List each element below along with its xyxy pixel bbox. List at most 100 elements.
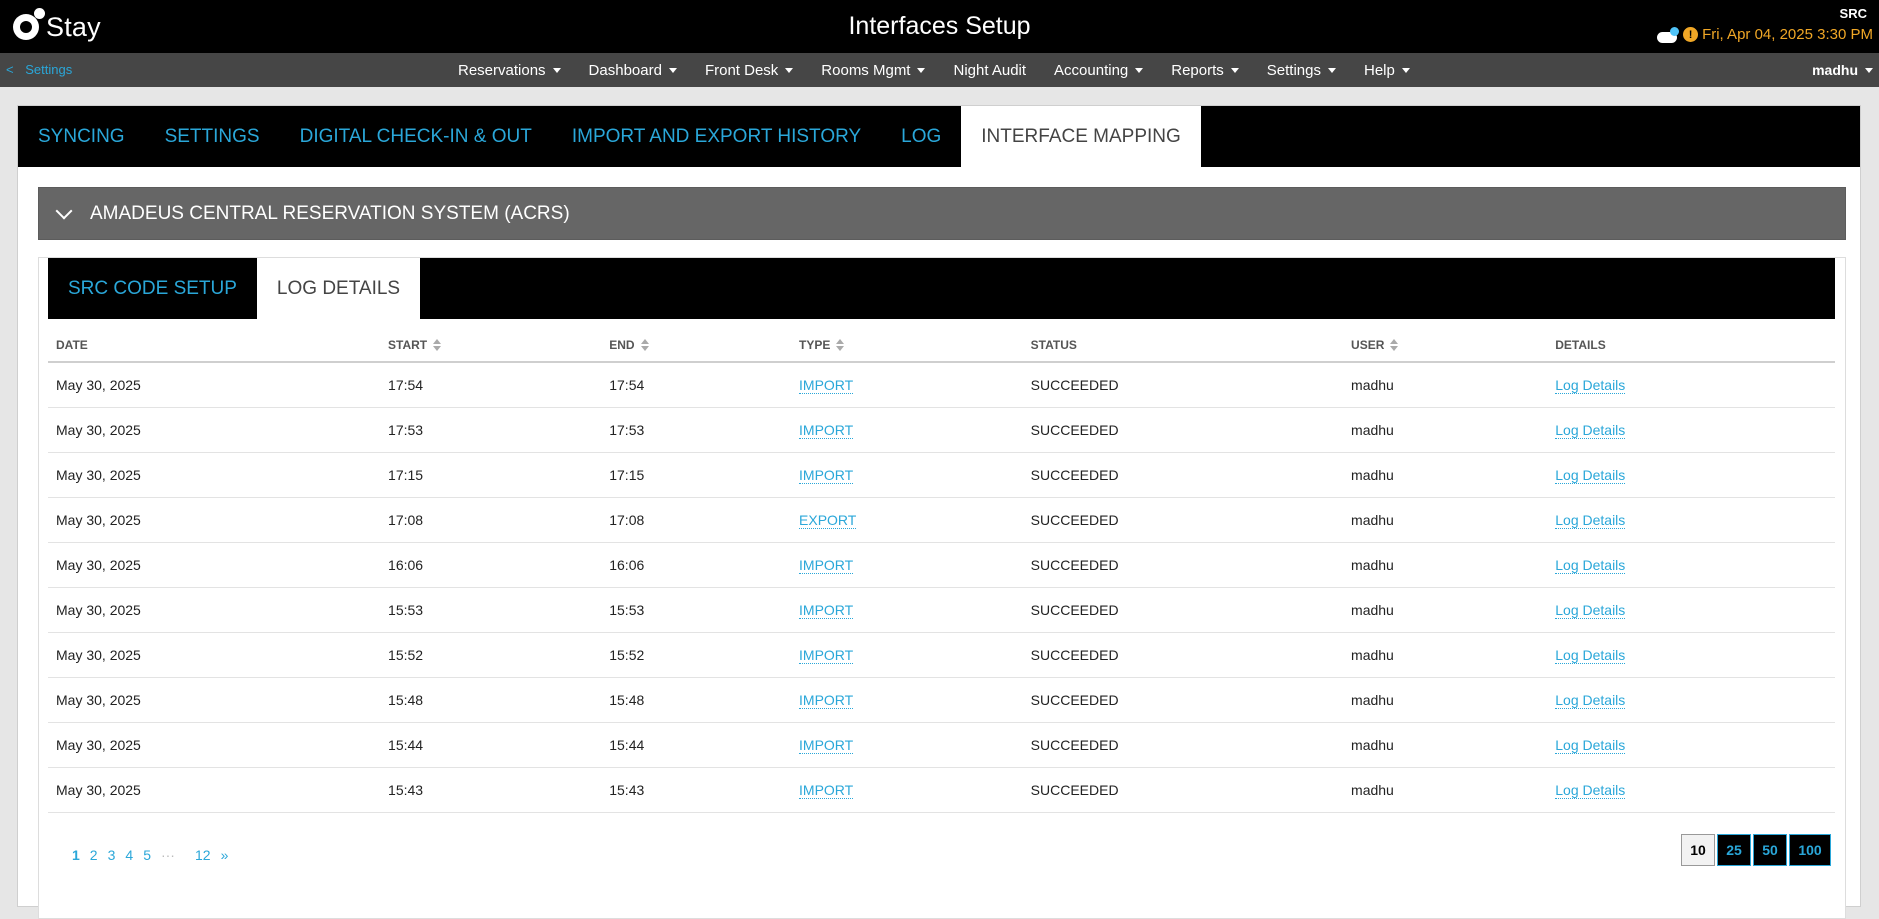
log-details-link[interactable]: Log Details: [1555, 692, 1626, 709]
tab-syncing[interactable]: SYNCING: [18, 106, 145, 167]
cell-status: SUCCEEDED: [1022, 722, 1344, 768]
back-to-settings-link[interactable]: < Settings: [6, 62, 72, 77]
nav-item-label: Accounting: [1054, 61, 1129, 79]
type-link[interactable]: IMPORT: [799, 737, 854, 754]
cell-details: Log Details: [1547, 677, 1835, 723]
cell-type: IMPORT: [791, 677, 1023, 723]
nav-item-dashboard[interactable]: Dashboard: [589, 62, 677, 79]
column-header-type[interactable]: TYPE: [791, 328, 1023, 363]
tab-log[interactable]: LOG: [881, 106, 961, 167]
type-link[interactable]: IMPORT: [799, 692, 854, 709]
log-details-link[interactable]: Log Details: [1555, 602, 1626, 619]
cell-type: IMPORT: [791, 407, 1023, 453]
caret-down-icon: [1230, 67, 1239, 73]
log-details-link[interactable]: Log Details: [1555, 737, 1626, 754]
tab-settings[interactable]: SETTINGS: [145, 106, 280, 167]
table-row: May 30, 2025 15:48 15:48 IMPORT SUCCEEDED mad…: [48, 677, 1835, 723]
page-link-5[interactable]: 5: [143, 847, 151, 863]
nav-item-label: Night Audit: [953, 61, 1027, 79]
log-details-link[interactable]: Log Details: [1555, 557, 1626, 574]
page-link-2[interactable]: 2: [90, 847, 98, 863]
main-nav: < Settings Reservations Dashboard Front De…: [0, 53, 1879, 87]
type-link[interactable]: IMPORT: [799, 782, 854, 799]
type-link[interactable]: IMPORT: [799, 647, 854, 664]
cell-date: May 30, 2025: [48, 452, 381, 498]
cell-status: SUCCEEDED: [1022, 497, 1344, 543]
page-link-12[interactable]: 12: [195, 847, 211, 863]
type-link[interactable]: EXPORT: [799, 512, 857, 529]
weather-icon: [1657, 26, 1680, 43]
column-header-start[interactable]: START: [380, 328, 602, 363]
next-page-icon[interactable]: »: [221, 847, 229, 863]
user-menu[interactable]: madhu: [1812, 62, 1873, 78]
subtab-src-code-setup[interactable]: SRC CODE SETUP: [48, 258, 257, 319]
type-link[interactable]: IMPORT: [799, 557, 854, 574]
table-body: May 30, 2025 17:54 17:54 IMPORT SUCCEEDED mad…: [48, 362, 1835, 813]
page-size-selector: 10 25 50 100: [1679, 834, 1831, 866]
nav-item-front-desk[interactable]: Front Desk: [704, 61, 794, 79]
log-details-link[interactable]: Log Details: [1555, 467, 1626, 484]
sort-icon[interactable]: [836, 339, 845, 352]
sort-icon[interactable]: [1390, 339, 1399, 352]
type-link[interactable]: IMPORT: [799, 602, 854, 619]
log-details-link[interactable]: Log Details: [1555, 512, 1626, 529]
alert-icon[interactable]: !: [1683, 27, 1699, 42]
tab-interface-mapping[interactable]: INTERFACE MAPPING: [961, 106, 1201, 167]
nav-item-settings[interactable]: Settings: [1267, 62, 1336, 79]
cell-end: 15:44: [601, 722, 792, 768]
nav-item-label: Front Desk: [704, 61, 779, 79]
cell-status: SUCCEEDED: [1022, 632, 1344, 678]
page-size-25-button[interactable]: 25: [1717, 834, 1751, 866]
subtab-log-details[interactable]: LOG DETAILS: [256, 258, 421, 319]
log-details-link[interactable]: Log Details: [1555, 782, 1626, 799]
cell-user: madhu: [1343, 722, 1548, 768]
page-size-50-button[interactable]: 50: [1753, 834, 1787, 866]
cell-end: 17:53: [601, 407, 792, 453]
cell-status: SUCCEEDED: [1022, 587, 1344, 633]
page-link-4[interactable]: 4: [125, 847, 133, 863]
column-header-label: STATUS: [1030, 337, 1077, 352]
nav-item-night-audit[interactable]: Night Audit: [953, 62, 1026, 79]
nav-item-reservations[interactable]: Reservations: [458, 62, 561, 79]
table-row: May 30, 2025 17:15 17:15 IMPORT SUCCEEDED mad…: [48, 452, 1835, 498]
column-header-label: DETAILS: [1555, 337, 1606, 352]
type-link[interactable]: IMPORT: [799, 377, 854, 394]
table-row: May 30, 2025 17:54 17:54 IMPORT SUCCEEDED mad…: [48, 362, 1835, 408]
page-link-1[interactable]: 1: [72, 847, 80, 863]
sort-icon[interactable]: [640, 339, 649, 352]
type-link[interactable]: IMPORT: [799, 422, 854, 439]
nav-item-label: Reservations: [458, 61, 546, 79]
column-header-label: USER: [1351, 337, 1385, 352]
column-header-user[interactable]: USER: [1343, 328, 1548, 363]
cell-type: IMPORT: [791, 542, 1023, 588]
log-details-link[interactable]: Log Details: [1555, 422, 1626, 439]
log-details-link[interactable]: Log Details: [1555, 377, 1626, 394]
nav-item-accounting[interactable]: Accounting: [1054, 61, 1144, 79]
column-header-end[interactable]: END: [601, 328, 792, 363]
log-details-link[interactable]: Log Details: [1555, 647, 1626, 664]
page-link-3[interactable]: 3: [108, 847, 116, 863]
chevron-down-icon: [55, 202, 73, 219]
nav-item-help[interactable]: Help: [1364, 62, 1410, 79]
tab-digital-check-in-out[interactable]: DIGITAL CHECK-IN & OUT: [280, 106, 552, 167]
cell-user: madhu: [1343, 407, 1548, 453]
acrs-section-header[interactable]: AMADEUS CENTRAL RESERVATION SYSTEM (ACRS…: [38, 187, 1846, 240]
sort-icon[interactable]: [433, 339, 442, 352]
cell-date: May 30, 2025: [48, 587, 381, 633]
nav-item-reports[interactable]: Reports: [1171, 62, 1239, 79]
nav-menu: Reservations Dashboard Front Desk Rooms Mgm…: [458, 53, 1438, 87]
type-link[interactable]: IMPORT: [799, 467, 854, 484]
caret-down-icon: [917, 67, 926, 73]
cell-details: Log Details: [1547, 587, 1835, 633]
column-header-date: DATE: [48, 328, 381, 363]
cell-status: SUCCEEDED: [1022, 677, 1344, 723]
nav-item-rooms-mgmt[interactable]: Rooms Mgmt: [821, 62, 926, 79]
cell-user: madhu: [1343, 587, 1548, 633]
tab-import-and-export-history[interactable]: IMPORT AND EXPORT HISTORY: [552, 106, 881, 167]
pagination-ellipsis: ···: [160, 847, 175, 863]
nav-item-label: Settings: [1266, 61, 1321, 79]
page-size-100-button[interactable]: 100: [1789, 834, 1831, 866]
cell-date: May 30, 2025: [48, 677, 381, 723]
page-size-10-button[interactable]: 10: [1681, 834, 1715, 866]
cell-start: 15:44: [380, 722, 602, 768]
